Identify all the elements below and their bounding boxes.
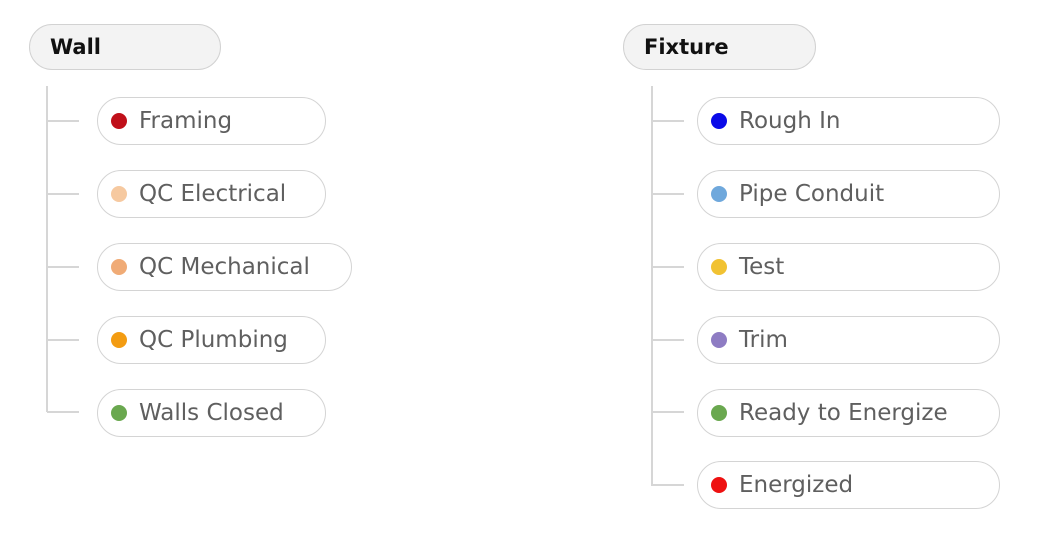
tag-label: QC Plumbing [139,327,288,353]
tag-label: Test [739,254,785,280]
tag-label: Energized [739,472,854,498]
rough-in-color-dot [711,113,727,129]
tag-label: Framing [139,108,233,134]
fixture-branch-2 [652,193,684,195]
fixture-group-title: Fixture [644,35,729,59]
trim-color-dot [711,332,727,348]
tag-label: Walls Closed [139,400,284,426]
tag-label: Rough In [739,108,841,134]
framing-color-dot [111,113,127,129]
wall-branch-5 [47,411,79,413]
test-color-dot [711,259,727,275]
tag-walls-closed[interactable]: Walls Closed [97,389,326,437]
tag-framing[interactable]: Framing [97,97,326,145]
tag-qc-electrical[interactable]: QC Electrical [97,170,326,218]
wall-tree-trunk [46,86,48,412]
tag-qc-mechanical[interactable]: QC Mechanical [97,243,352,291]
fixture-group-header[interactable]: Fixture [623,24,816,70]
wall-branch-3 [47,266,79,268]
fixture-branch-5 [652,411,684,413]
walls-closed-color-dot [111,405,127,421]
tag-test[interactable]: Test [697,243,1000,291]
energized-color-dot [711,477,727,493]
qc-electrical-color-dot [111,186,127,202]
wall-branch-4 [47,339,79,341]
wall-branch-2 [47,193,79,195]
tag-pipe-conduit[interactable]: Pipe Conduit [697,170,1000,218]
fixture-tree-trunk [651,86,653,486]
fixture-branch-6 [652,484,684,486]
tag-qc-plumbing[interactable]: QC Plumbing [97,316,326,364]
tag-tree-canvas: Wall Framing QC Electrical QC Mechanical… [0,0,1053,542]
qc-plumbing-color-dot [111,332,127,348]
tag-rough-in[interactable]: Rough In [697,97,1000,145]
pipe-conduit-color-dot [711,186,727,202]
tag-ready-to-energize[interactable]: Ready to Energize [697,389,1000,437]
qc-mechanical-color-dot [111,259,127,275]
tag-label: QC Electrical [139,181,287,207]
tag-label: Pipe Conduit [739,181,885,207]
tag-trim[interactable]: Trim [697,316,1000,364]
wall-group-title: Wall [50,35,101,59]
ready-to-energize-color-dot [711,405,727,421]
tag-label: Trim [739,327,788,353]
tag-energized[interactable]: Energized [697,461,1000,509]
fixture-branch-1 [652,120,684,122]
tag-label: QC Mechanical [139,254,310,280]
wall-group-header[interactable]: Wall [29,24,221,70]
wall-branch-1 [47,120,79,122]
tag-label: Ready to Energize [739,400,948,426]
fixture-branch-3 [652,266,684,268]
fixture-branch-4 [652,339,684,341]
